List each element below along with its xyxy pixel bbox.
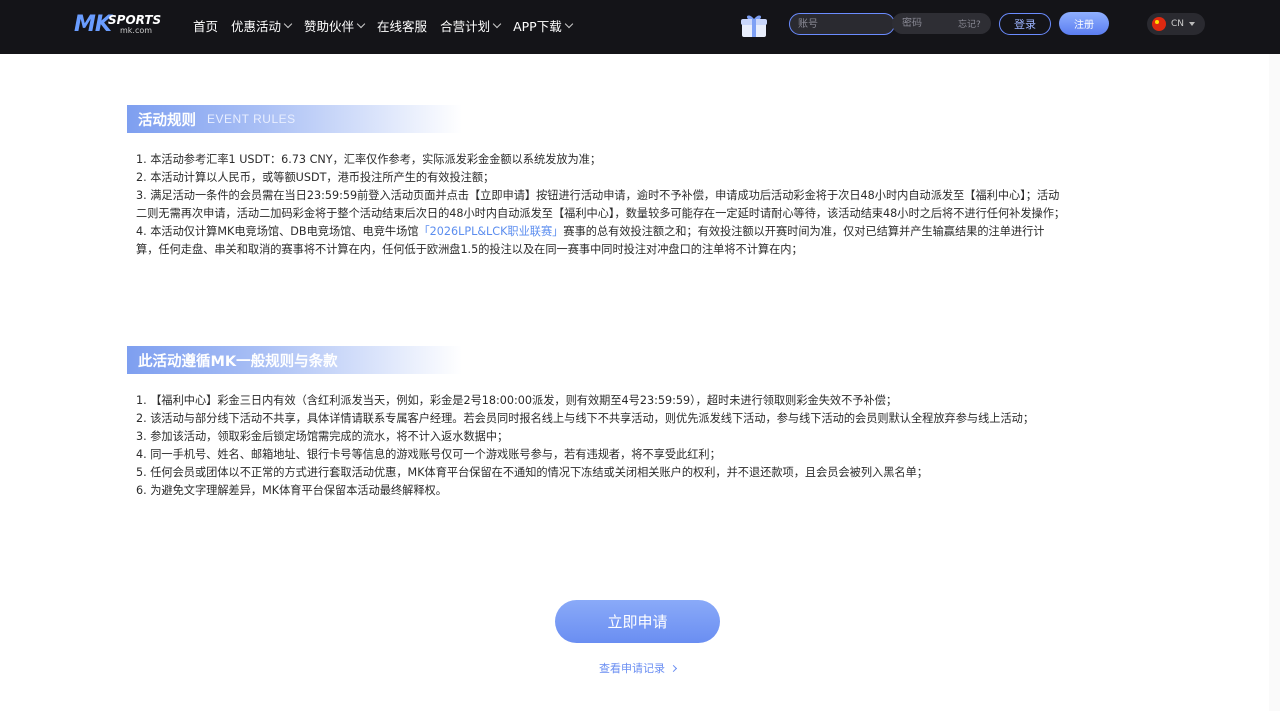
- section-subtitle: EVENT RULES: [207, 112, 296, 126]
- chevron-down-icon: [492, 19, 502, 28]
- nav-sponsors[interactable]: 赞助伙伴: [304, 16, 366, 35]
- event-rules-list: 1. 本活动参考汇率1 USDT：6.73 CNY，汇率仅作参考，实际派发彩金金…: [136, 151, 1066, 259]
- record-link-label: 查看申请记录: [599, 662, 665, 675]
- list-item: 6. 为避免文字理解差异，MK体育平台保留本活动最终解释权。: [136, 484, 447, 497]
- main-nav: 首页 优惠活动 赞助伙伴 在线客服 合营计划 APP下载: [193, 16, 585, 35]
- list-item: 4. 本活动仅计算MK电竞场馆、DB电竞场馆、电竞牛场馆「2026LPL&LCK…: [136, 223, 1066, 259]
- nav-promotions[interactable]: 优惠活动: [231, 16, 293, 35]
- chevron-down-icon: [283, 19, 293, 28]
- top-header: MK SPORTS mk.com 首页 优惠活动 赞助伙伴 在线客服 合营计划 …: [0, 0, 1280, 54]
- register-button[interactable]: 注册: [1059, 12, 1109, 35]
- login-button[interactable]: 登录: [999, 13, 1051, 35]
- event-rules-header: 活动规则 EVENT RULES: [127, 105, 462, 133]
- chevron-down-icon: [356, 19, 366, 28]
- nav-label: 优惠活动: [231, 19, 282, 34]
- list-item: 4. 同一手机号、姓名、邮箱地址、银行卡号等信息的游戏账号仅可一个游戏账号参与，…: [136, 448, 721, 461]
- caret-down-icon: [1189, 22, 1196, 26]
- nav-label: 在线客服: [377, 19, 428, 34]
- chevron-right-icon: [669, 664, 678, 672]
- nav-label: APP下载: [513, 19, 562, 34]
- view-application-records-link[interactable]: 查看申请记录: [599, 660, 678, 676]
- list-item: 1. 本活动参考汇率1 USDT：6.73 CNY，汇率仅作参考，实际派发彩金金…: [136, 153, 602, 166]
- china-flag-icon: [1152, 17, 1166, 31]
- logo-mk-text: MK: [74, 12, 112, 37]
- nav-label: 首页: [193, 19, 219, 34]
- list-item: 5. 任何会员或团体以不正常的方式进行套取活动优惠，MK体育平台保留在不通知的情…: [136, 466, 928, 479]
- section-title: 活动规则: [138, 112, 196, 129]
- nav-affiliate[interactable]: 合营计划: [440, 16, 502, 35]
- logo-sports-text: SPORTS: [108, 13, 162, 27]
- rule-text: 4. 本活动仅计算MK电竞场馆、DB电竞场馆、电竞牛场馆: [136, 225, 419, 238]
- general-terms-list: 1. 【福利中心】彩金三日内有效（含红利派发当天，例如，彩金是2号18:00:0…: [136, 392, 1066, 500]
- password-field-wrap: 忘记?: [892, 13, 991, 34]
- section-title: 此活动遵循MK一般规则与条款: [138, 353, 338, 370]
- list-item: 2. 该活动与部分线下活动不共享，具体详情请联系专属客户经理。若会员同时报名线上…: [136, 412, 1035, 425]
- list-item: 2. 本活动计算以人民币，或等额USDT，港币投注所产生的有效投注额；: [136, 171, 495, 184]
- nav-customer-service[interactable]: 在线客服: [377, 16, 427, 35]
- nav-label: 合营计划: [440, 19, 491, 34]
- general-terms-header: 此活动遵循MK一般规则与条款: [127, 346, 462, 374]
- account-input[interactable]: [789, 13, 895, 35]
- mk-sports-logo[interactable]: MK SPORTS mk.com: [74, 12, 174, 42]
- list-item: 3. 满足活动一条件的会员需在当日23:59:59前登入活动页面并点击【立即申请…: [136, 189, 1066, 220]
- gift-icon[interactable]: [739, 13, 769, 39]
- logo-domain-text: mk.com: [120, 26, 153, 35]
- nav-app-download[interactable]: APP下载: [513, 16, 573, 35]
- language-label: CN: [1171, 19, 1185, 29]
- league-link[interactable]: 「2026LPL&LCK职业联赛」: [418, 225, 563, 238]
- password-input[interactable]: [892, 13, 952, 34]
- apply-now-button[interactable]: 立即申请: [555, 600, 720, 643]
- page-scrollbar[interactable]: [1269, 54, 1280, 711]
- chevron-down-icon: [564, 19, 573, 28]
- nav-home[interactable]: 首页: [193, 16, 218, 35]
- forgot-password-link[interactable]: 忘记?: [958, 17, 981, 30]
- list-item: 3. 参加该活动，领取彩金后锁定场馆需完成的流水，将不计入返水数据中；: [136, 430, 509, 443]
- nav-label: 赞助伙伴: [304, 19, 355, 34]
- list-item: 1. 【福利中心】彩金三日内有效（含红利派发当天，例如，彩金是2号18:00:0…: [136, 394, 898, 407]
- language-selector[interactable]: CN: [1147, 13, 1205, 35]
